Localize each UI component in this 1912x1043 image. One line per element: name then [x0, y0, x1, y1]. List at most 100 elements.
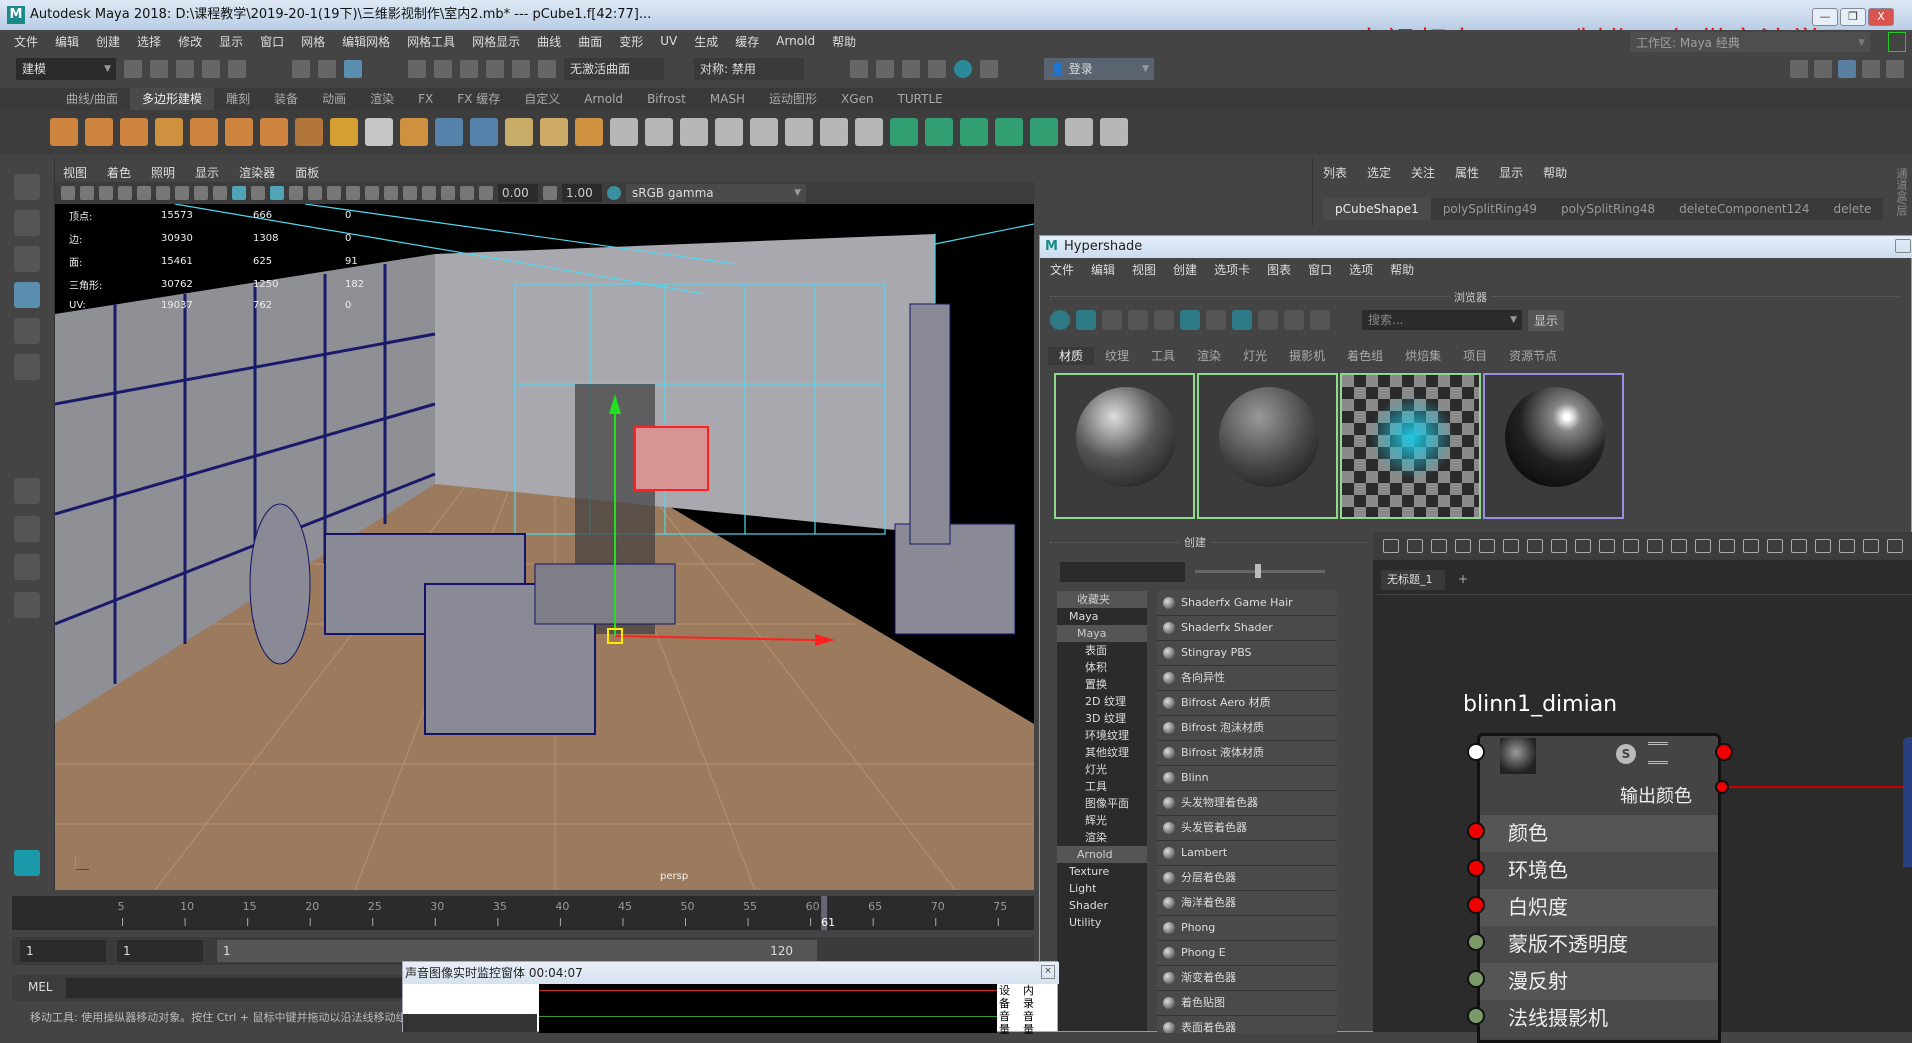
make-hole-icon[interactable]	[750, 118, 778, 146]
start-time-field[interactable]: 1	[20, 940, 106, 962]
node-editor-tool-icon[interactable]	[1767, 539, 1783, 553]
rotate-tool-icon[interactable]	[14, 318, 40, 344]
character-controls-icon[interactable]	[1814, 60, 1832, 78]
snap-point-icon[interactable]	[460, 60, 478, 78]
shelf-tab[interactable]: 动画	[310, 88, 358, 110]
node-editor-tool-icon[interactable]	[1791, 539, 1807, 553]
hypershade-menu-item[interactable]: 窗口	[1308, 261, 1332, 278]
cylinder-icon[interactable]	[120, 118, 148, 146]
shader-item[interactable]: Phong	[1157, 916, 1337, 941]
minimize-button[interactable]	[1895, 239, 1911, 253]
offset-edge-loop-icon[interactable]	[855, 118, 883, 146]
mode-dropdown[interactable]: 建模 ▼	[16, 58, 116, 80]
shadows-icon[interactable]	[327, 186, 341, 200]
tree-item[interactable]: Light	[1057, 880, 1147, 897]
channel-box-menu-item[interactable]: 显示	[1499, 164, 1523, 181]
node-editor-tool-icon[interactable]	[1503, 539, 1519, 553]
tree-item[interactable]: 环境纹理	[1057, 727, 1147, 744]
image-plane-icon[interactable]	[118, 186, 132, 200]
browser-tab[interactable]: 摄影机	[1278, 347, 1336, 365]
sphere-icon[interactable]	[50, 118, 78, 146]
open-scene-icon[interactable]	[150, 60, 168, 78]
save-scene-icon[interactable]	[176, 60, 194, 78]
hypershade-menu-item[interactable]: 选项卡	[1214, 261, 1250, 278]
channel-box-menu-item[interactable]: 列表	[1323, 164, 1347, 181]
channel-box-menu-item[interactable]: 属性	[1455, 164, 1479, 181]
sort-reverse-icon[interactable]	[1310, 310, 1330, 330]
tree-item[interactable]: 工具	[1057, 778, 1147, 795]
node-editor-tool-icon[interactable]	[1551, 539, 1567, 553]
attribute-plug[interactable]	[1467, 1007, 1485, 1025]
browser-tab[interactable]: 烘焙集	[1394, 347, 1452, 365]
tree-item[interactable]: 其他纹理	[1057, 744, 1147, 761]
default-material-icon[interactable]	[251, 186, 265, 200]
add-tab-button[interactable]: +	[1458, 572, 1468, 586]
hypershade-menu-item[interactable]: 文件	[1050, 261, 1074, 278]
node-editor-tool-icon[interactable]	[1407, 539, 1423, 553]
node-editor-tool-icon[interactable]	[1863, 539, 1879, 553]
textured-icon[interactable]	[289, 186, 303, 200]
channel-box-tab[interactable]: polySplitRing48	[1549, 198, 1667, 220]
camera-icon[interactable]	[61, 186, 75, 200]
extract-icon[interactable]	[540, 118, 568, 146]
shelf-tab[interactable]: 多边形建模	[130, 88, 215, 110]
node-editor-tool-icon[interactable]	[1839, 539, 1855, 553]
paint-select-icon[interactable]	[14, 246, 40, 272]
fill-hole-icon[interactable]	[715, 118, 743, 146]
browser-tab[interactable]: 资源节点	[1498, 347, 1568, 365]
render-icon[interactable]	[850, 60, 868, 78]
select-tool-icon[interactable]	[14, 174, 40, 200]
redo-icon[interactable]	[228, 60, 246, 78]
browser-tab[interactable]: 灯光	[1232, 347, 1278, 365]
select-object-icon[interactable]	[318, 60, 336, 78]
login-dropdown[interactable]: 👤 登录 ▼	[1044, 58, 1154, 80]
shader-item[interactable]: Shaderfx Shader	[1157, 616, 1337, 641]
color-management-icon[interactable]	[607, 186, 621, 200]
shader-item[interactable]: Bifrost 液体材质	[1157, 741, 1337, 766]
shader-item[interactable]: Bifrost Aero 材质	[1157, 691, 1337, 716]
node-editor-tool-icon[interactable]	[1671, 539, 1687, 553]
node-editor-tool-icon[interactable]	[1887, 539, 1903, 553]
lasso-tool-icon[interactable]	[14, 210, 40, 236]
quad-draw-icon[interactable]	[1100, 118, 1128, 146]
browser-tab[interactable]: 着色组	[1336, 347, 1394, 365]
hypershade-menu-item[interactable]: 帮助	[1390, 261, 1414, 278]
attribute-plug[interactable]	[1467, 859, 1485, 877]
channel-box-icon[interactable]	[1886, 60, 1904, 78]
shading-group-node[interactable]	[1903, 737, 1912, 867]
viewport-menu-item[interactable]: 显示	[195, 164, 219, 181]
attribute-plug[interactable]	[1467, 933, 1485, 951]
create-search[interactable]	[1060, 562, 1185, 582]
node-attribute[interactable]: 蒙版不透明度	[1480, 926, 1718, 963]
time-slider[interactable]: 5 10 15 20 25 30 35 40 45 50 55 60 65 70 75 61	[12, 896, 1034, 930]
menu-item[interactable]: 创建	[96, 33, 120, 50]
channel-box-menu-item[interactable]: 帮助	[1543, 164, 1567, 181]
shader-item[interactable]: Phong E	[1157, 941, 1337, 966]
shader-item[interactable]: 渐变着色器	[1157, 966, 1337, 991]
shelf-tab[interactable]: 曲线/曲面	[54, 88, 130, 110]
node-editor-tool-icon[interactable]	[1815, 539, 1831, 553]
small-swatch-icon[interactable]	[1128, 310, 1148, 330]
shader-item[interactable]: Shaderfx Game Hair	[1157, 591, 1337, 616]
menu-item[interactable]: 网格工具	[407, 33, 455, 50]
plane-icon[interactable]	[225, 118, 253, 146]
shelf-tab[interactable]: 运动图形	[757, 88, 829, 110]
live-surface-field[interactable]: 无激活曲面	[564, 58, 664, 80]
sort-time-icon[interactable]	[1284, 310, 1304, 330]
shader-item[interactable]: 表面着色器	[1157, 1016, 1337, 1033]
shelf-tab[interactable]: Arnold	[572, 88, 635, 110]
material-swatch[interactable]	[1340, 373, 1481, 519]
channel-box-menu-item[interactable]: 选定	[1367, 164, 1391, 181]
shelf-tab[interactable]: 雕刻	[214, 88, 262, 110]
node-attribute[interactable]: 颜色	[1480, 815, 1718, 852]
shader-item[interactable]: 各向异性	[1157, 666, 1337, 691]
wireframe-on-shaded-icon[interactable]	[270, 186, 284, 200]
node-editor-tool-icon[interactable]	[1527, 539, 1543, 553]
cube-icon[interactable]	[85, 118, 113, 146]
shader-item[interactable]: Bifrost 泡沫材质	[1157, 716, 1337, 741]
tree-item[interactable]: Texture	[1057, 863, 1147, 880]
viewport-menu-item[interactable]: 照明	[151, 164, 175, 181]
large-swatch-icon[interactable]	[1180, 310, 1200, 330]
3d-viewport[interactable]: 顶点: 15573 666 0 边: 30930 1308 0 面: 15461 625 91 三角形:…	[55, 204, 1034, 890]
workspace-dropdown[interactable]: 工作区: Maya 经典 ▼	[1630, 32, 1870, 54]
